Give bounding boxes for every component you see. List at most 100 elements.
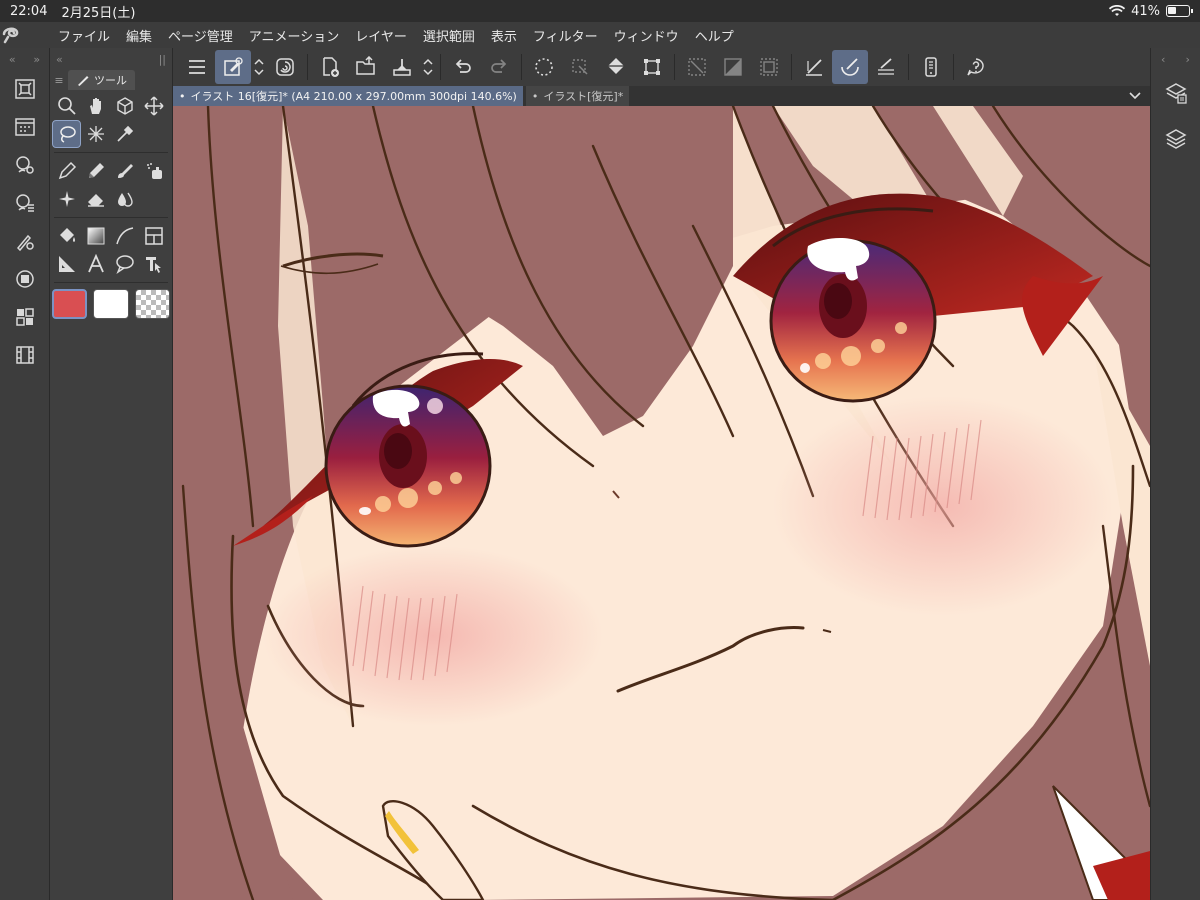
navigator-icon[interactable]: [0, 70, 50, 108]
panel-grip-icon[interactable]: ||: [159, 53, 166, 66]
battery-icon: [1166, 5, 1193, 17]
layer-property-icon[interactable]: [1151, 70, 1200, 116]
menu-file[interactable]: ファイル: [50, 26, 118, 45]
doc-tab-active[interactable]: • イラスト 16[復元]* (A4 210.00 x 297.00mm 300…: [173, 86, 523, 106]
command-bar: [173, 48, 1150, 86]
doc-tab-label: イラスト[復元]*: [543, 90, 624, 103]
status-bar: 22:04 2月25日(土) 41%: [0, 0, 1200, 22]
empty-slot: [139, 120, 168, 148]
battery-percent: 41%: [1131, 3, 1160, 19]
dock-collapse-arrows[interactable]: «»: [0, 48, 49, 70]
panel-collapse-arrows[interactable]: «: [56, 53, 63, 66]
menu-edit[interactable]: 編集: [118, 26, 160, 45]
color-circle-icon[interactable]: [0, 260, 50, 298]
pencil-icon[interactable]: [81, 157, 110, 185]
layer-property-icon[interactable]: [0, 298, 50, 336]
lasso-select-icon[interactable]: [52, 120, 81, 148]
3d-object-icon[interactable]: [110, 92, 139, 120]
menu-filter[interactable]: フィルター: [525, 26, 606, 45]
blend-icon[interactable]: [110, 185, 139, 213]
invert-icon[interactable]: [715, 50, 751, 84]
smartphone-connect-icon[interactable]: [913, 50, 949, 84]
menu-icon[interactable]: [179, 50, 215, 84]
color-swatches: [50, 285, 172, 323]
menu-help[interactable]: ヘルプ: [687, 26, 742, 45]
selection-border-icon[interactable]: [751, 50, 787, 84]
transform-icon[interactable]: [634, 50, 670, 84]
zoom-icon[interactable]: [52, 92, 81, 120]
snap-ruler-icon[interactable]: [796, 50, 832, 84]
doc-tab-label: イラスト 16[復元]* (A4 210.00 x 297.00mm 300dp…: [190, 90, 517, 103]
color-icon[interactable]: [0, 222, 50, 260]
date: 2月25日(土): [61, 5, 136, 21]
right-palette-dock: ‹ ›: [1150, 48, 1200, 900]
lasso-fill-icon[interactable]: [267, 50, 303, 84]
sub-view-icon[interactable]: [0, 108, 50, 146]
drawing-canvas[interactable]: [173, 106, 1150, 900]
eyedropper-icon[interactable]: [110, 120, 139, 148]
empty-slot: [139, 185, 168, 213]
menu-layer[interactable]: レイヤー: [347, 26, 415, 45]
deselect-icon[interactable]: [562, 50, 598, 84]
tab-tool-label: ツール: [94, 74, 127, 87]
open-icon[interactable]: [348, 50, 384, 84]
decoration-icon[interactable]: [52, 185, 81, 213]
clip-studio-logo-icon[interactable]: [0, 26, 50, 44]
new-canvas-icon[interactable]: [312, 50, 348, 84]
pen-icon[interactable]: [52, 157, 81, 185]
main-color-swatch[interactable]: [52, 289, 88, 319]
dock-collapse-arrows[interactable]: ‹ ›: [1151, 48, 1200, 70]
fill-selection-icon[interactable]: [598, 50, 634, 84]
text-icon[interactable]: [81, 250, 110, 278]
layers-icon[interactable]: [1151, 116, 1200, 162]
save-icon[interactable]: [384, 50, 420, 84]
operation-icon[interactable]: [139, 250, 168, 278]
tab-dot-icon: •: [179, 89, 186, 103]
menu-animation[interactable]: アニメーション: [241, 26, 347, 45]
menu-view[interactable]: 表示: [483, 26, 525, 45]
palette-menu-icon[interactable]: ≡: [50, 74, 68, 87]
help-icon[interactable]: [958, 50, 994, 84]
curve-icon[interactable]: [110, 222, 139, 250]
brush-icon[interactable]: [110, 157, 139, 185]
illustration: [173, 106, 1150, 900]
status-right: 41%: [1109, 3, 1193, 19]
hand-icon[interactable]: [81, 92, 110, 120]
fill-icon[interactable]: [52, 222, 81, 250]
balloon-icon[interactable]: [110, 250, 139, 278]
menu-page-management[interactable]: ページ管理: [160, 26, 241, 45]
chevron-down-icon[interactable]: [1128, 91, 1142, 101]
tool-divider: [54, 152, 168, 153]
up-down-icon[interactable]: [420, 50, 436, 84]
select-all-icon[interactable]: [526, 50, 562, 84]
wifi-icon: [1109, 5, 1126, 17]
gradient-icon[interactable]: [81, 222, 110, 250]
eraser-icon[interactable]: [81, 185, 110, 213]
doc-tab[interactable]: • イラスト[復元]*: [525, 86, 630, 106]
tool-property-icon[interactable]: [0, 146, 50, 184]
tab-tool[interactable]: ツール: [68, 70, 135, 90]
tab-dot-icon: •: [531, 89, 539, 103]
snap-grid-icon[interactable]: [868, 50, 904, 84]
brush-size-icon[interactable]: [0, 184, 50, 222]
up-down-icon[interactable]: [251, 50, 267, 84]
frame-border-icon[interactable]: [139, 222, 168, 250]
document-tabs: • イラスト 16[復元]* (A4 210.00 x 297.00mm 300…: [173, 86, 1150, 106]
transparent-color-swatch[interactable]: [134, 289, 170, 319]
menu-window[interactable]: ウィンドウ: [606, 26, 687, 45]
ruler-icon[interactable]: [52, 250, 81, 278]
redo-icon[interactable]: [481, 50, 517, 84]
menu-selection[interactable]: 選択範囲: [415, 26, 483, 45]
left-palette-dock: «»: [0, 48, 50, 900]
brush-tab-icon: [78, 76, 89, 86]
airbrush-icon[interactable]: [139, 157, 168, 185]
clear-outside-icon[interactable]: [679, 50, 715, 84]
sub-color-swatch[interactable]: [93, 289, 129, 319]
timeline-icon[interactable]: [0, 336, 50, 374]
tool-grid: [50, 90, 172, 150]
auto-select-icon[interactable]: [215, 50, 251, 84]
move-icon[interactable]: [139, 92, 168, 120]
undo-icon[interactable]: [445, 50, 481, 84]
snap-special-ruler-icon[interactable]: [832, 50, 868, 84]
magic-wand-icon[interactable]: [81, 120, 110, 148]
